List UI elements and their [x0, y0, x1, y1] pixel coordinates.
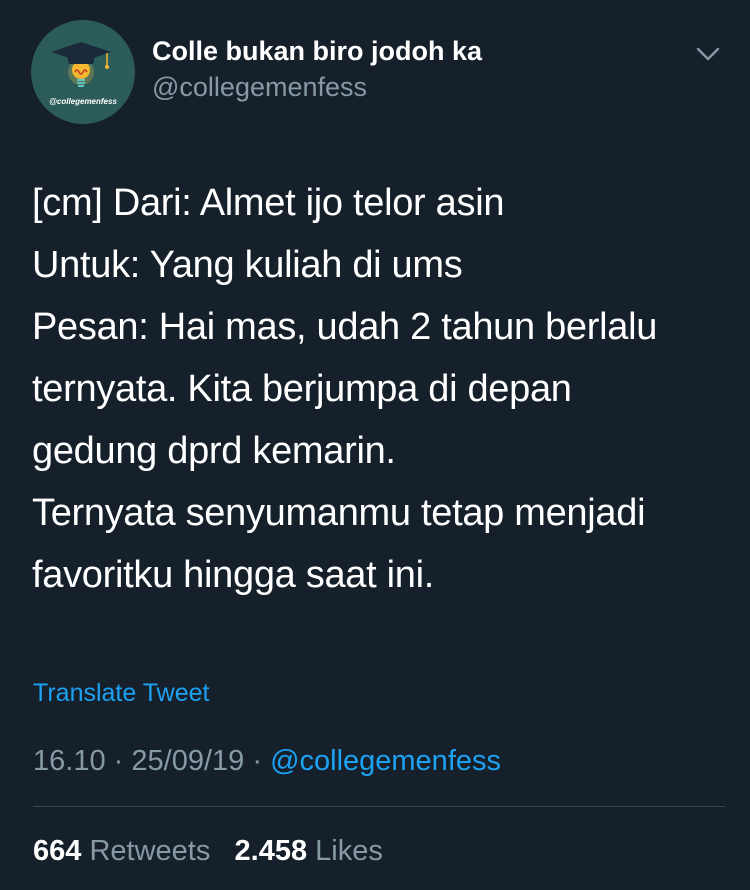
avatar[interactable]: @collegemenfess — [31, 20, 135, 124]
source-link[interactable]: @collegemenfess — [270, 745, 501, 777]
tweet-stats: 664 Retweets 2.458 Likes — [33, 835, 383, 868]
tweet-line: [cm] Dari: Almet ijo telor asin — [32, 182, 505, 224]
tweet-line: favoritku hingga saat ini. — [32, 554, 434, 596]
meta-separator: · — [252, 745, 262, 777]
tweet-line: Untuk: Yang kuliah di ums — [32, 244, 463, 286]
retweets-count: 664 — [33, 835, 82, 867]
likes-label: Likes — [315, 835, 383, 867]
graduation-cap-lightbulb-icon — [51, 42, 111, 87]
tweet-date: 25/09/19 — [131, 745, 245, 777]
chevron-down-icon[interactable] — [694, 44, 722, 64]
meta-separator: · — [113, 745, 124, 777]
tweet-line: ternyata. Kita berjumpa di depan — [32, 368, 572, 410]
tweet-text: [cm] Dari: Almet ijo telor asin Untuk: Y… — [32, 172, 732, 606]
divider — [33, 806, 725, 807]
translate-tweet-link[interactable]: Translate Tweet — [33, 679, 209, 708]
retweets-stat[interactable]: 664 Retweets — [33, 835, 210, 867]
tweet-time: 16.10 — [33, 745, 106, 777]
tweet-line: gedung dprd kemarin. — [32, 430, 396, 472]
avatar-handle-text: @collegemenfess — [49, 97, 117, 106]
display-name[interactable]: Colle bukan biro jodoh ka — [152, 36, 482, 67]
tweet-line: Pesan: Hai mas, udah 2 tahun berlalu — [32, 306, 658, 348]
tweet-metadata: 16.10 · 25/09/19 · @collegemenfess — [33, 745, 501, 778]
likes-count: 2.458 — [234, 835, 308, 867]
retweets-label: Retweets — [89, 835, 211, 867]
tweet-line: Ternyata senyumanmu tetap menjadi — [32, 492, 646, 534]
user-handle[interactable]: @collegemenfess — [152, 72, 367, 103]
likes-stat[interactable]: 2.458 Likes — [235, 835, 383, 867]
